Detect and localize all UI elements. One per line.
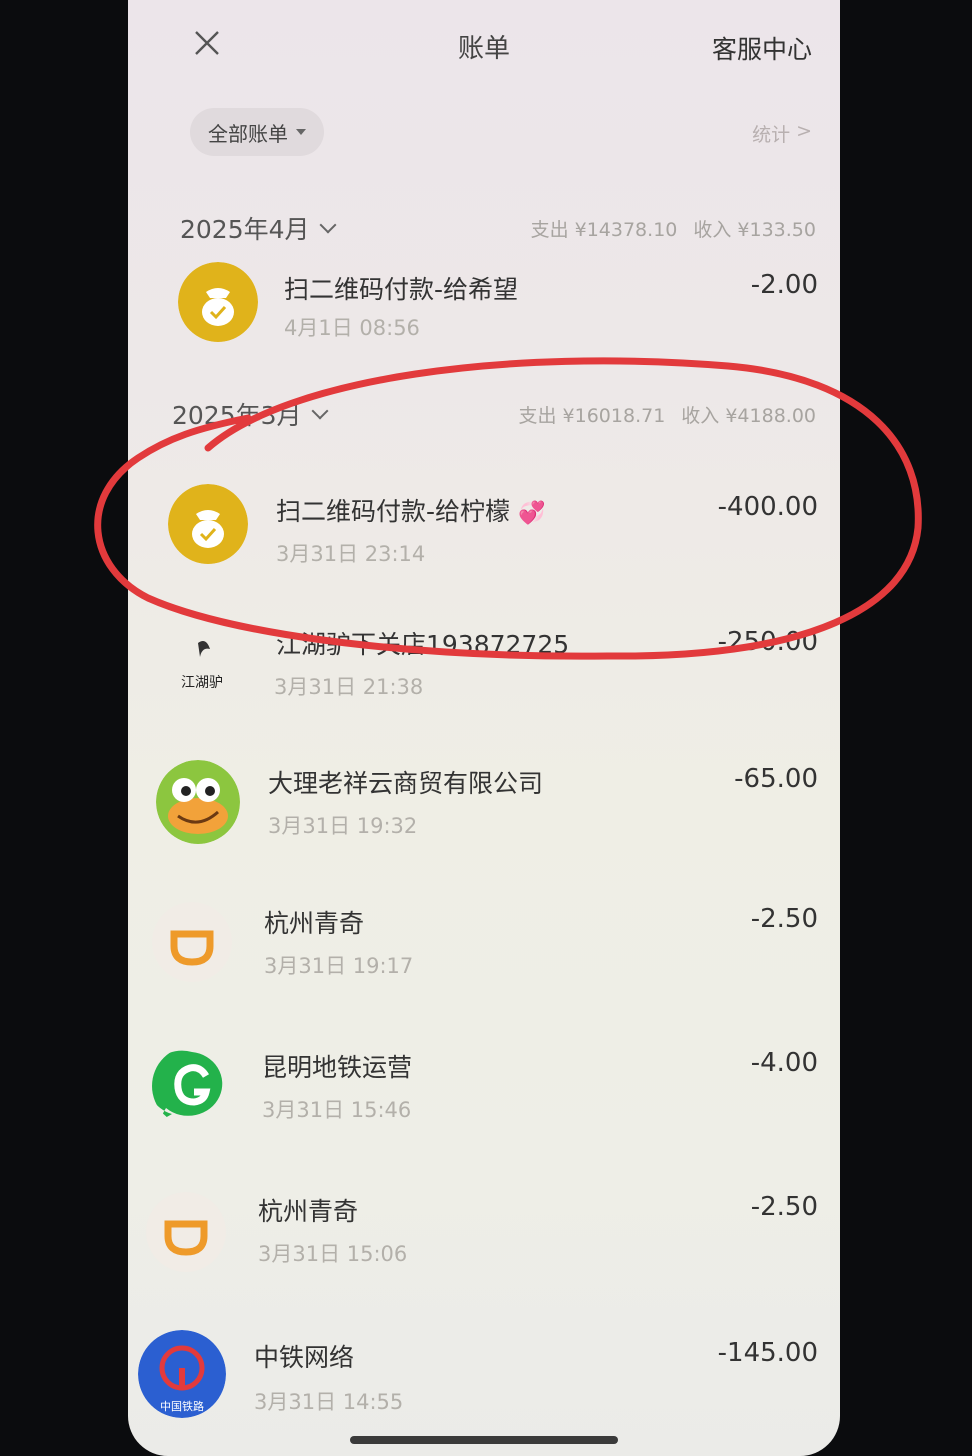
transaction-amount: -2.00 xyxy=(750,270,818,300)
transaction-row[interactable]: 扫二维码付款-给柠檬 💞 3月31日 23:14 -400.00 xyxy=(128,478,840,608)
transaction-amount: -4.00 xyxy=(750,1048,818,1078)
month-label: 2025年4月 xyxy=(180,215,310,244)
transaction-name: 大理老祥云商贸有限公司 xyxy=(268,769,544,798)
customer-service-link[interactable]: 客服中心 xyxy=(712,30,812,66)
bill-screen: 账单 客服中心 全部账单 统计 > 2025年4月 支出 ¥14378.10 收… xyxy=(128,0,840,1456)
money-bag-icon xyxy=(178,262,258,342)
transaction-name: 杭州青奇 xyxy=(264,909,365,938)
chevron-down-icon xyxy=(319,216,337,234)
transaction-amount: -250.00 xyxy=(717,627,818,657)
month-income: 收入 ¥133.50 xyxy=(693,218,816,241)
bike-logo-icon xyxy=(146,1192,226,1272)
metro-logo-icon xyxy=(152,1046,232,1126)
transaction-time: 3月31日 19:32 xyxy=(268,814,418,838)
month-label: 2025年3月 xyxy=(172,401,302,430)
heart-emoji: 💞 xyxy=(517,501,546,526)
month-expense: 支出 ¥14378.10 xyxy=(530,218,678,241)
transaction-time: 3月31日 19:17 xyxy=(264,954,414,978)
transaction-name: 中铁网络 xyxy=(254,1343,355,1372)
logo-text: 江湖驴 xyxy=(181,675,223,691)
transaction-name: 扫二维码付款-给希望 xyxy=(284,275,519,304)
transaction-time: 4月1日 08:56 xyxy=(284,316,420,340)
transaction-time: 3月31日 15:46 xyxy=(262,1098,412,1122)
transaction-amount: -2.50 xyxy=(750,904,818,934)
transaction-row[interactable]: 扫二维码付款-给希望 4月1日 08:56 -2.00 xyxy=(128,258,840,388)
caret-down-icon xyxy=(296,129,306,135)
transaction-time: 3月31日 21:38 xyxy=(274,675,424,699)
transaction-row[interactable]: 大理老祥云商贸有限公司 3月31日 19:32 -65.00 xyxy=(128,752,840,882)
transaction-row[interactable]: 昆明地铁运营 3月31日 15:46 -4.00 xyxy=(128,1036,840,1166)
china-railway-icon: 中国铁路 xyxy=(138,1330,226,1418)
logo-text: 中国铁路 xyxy=(160,1400,204,1413)
month-header-march[interactable]: 2025年3月 支出 ¥16018.71 收入 ¥4188.00 xyxy=(128,378,840,450)
chevron-down-icon xyxy=(311,402,329,420)
filter-label: 全部账单 xyxy=(208,121,288,146)
transaction-row[interactable]: 江湖驴 江湖驴下关店193872725 3月31日 21:38 -250.00 xyxy=(128,615,840,745)
transaction-row[interactable]: 杭州青奇 3月31日 19:17 -2.50 xyxy=(128,892,840,1022)
transaction-name: 扫二维码付款-给柠檬 xyxy=(276,497,511,526)
stats-link[interactable]: 统计 > xyxy=(752,120,812,147)
transaction-amount: -400.00 xyxy=(717,492,818,522)
jianghu-logo: 江湖驴 xyxy=(162,627,242,707)
top-bar: 账单 客服中心 xyxy=(128,0,840,90)
transaction-time: 3月31日 23:14 xyxy=(276,542,426,566)
transaction-amount: -65.00 xyxy=(734,764,818,794)
bill-filter-dropdown[interactable]: 全部账单 xyxy=(190,108,324,156)
chevron-right-icon: > xyxy=(796,120,812,142)
month-expense: 支出 ¥16018.71 xyxy=(518,404,666,427)
transaction-row[interactable]: 杭州青奇 3月31日 15:06 -2.50 xyxy=(128,1180,840,1310)
transaction-amount: -2.50 xyxy=(750,1192,818,1222)
stats-label: 统计 xyxy=(752,124,791,146)
transaction-time: 3月31日 14:55 xyxy=(254,1390,404,1414)
month-income: 收入 ¥4188.00 xyxy=(681,404,816,427)
transaction-name: 杭州青奇 xyxy=(258,1197,359,1226)
transaction-amount: -145.00 xyxy=(717,1338,818,1368)
frog-avatar-icon xyxy=(156,760,240,844)
transaction-time: 3月31日 15:06 xyxy=(258,1242,408,1266)
transaction-name: 昆明地铁运营 xyxy=(262,1053,413,1082)
home-indicator xyxy=(350,1436,618,1444)
bike-logo-icon xyxy=(152,902,232,982)
money-bag-icon xyxy=(168,484,248,564)
month-header-april[interactable]: 2025年4月 支出 ¥14378.10 收入 ¥133.50 xyxy=(128,192,840,264)
transaction-name: 江湖驴下关店193872725 xyxy=(276,630,570,659)
